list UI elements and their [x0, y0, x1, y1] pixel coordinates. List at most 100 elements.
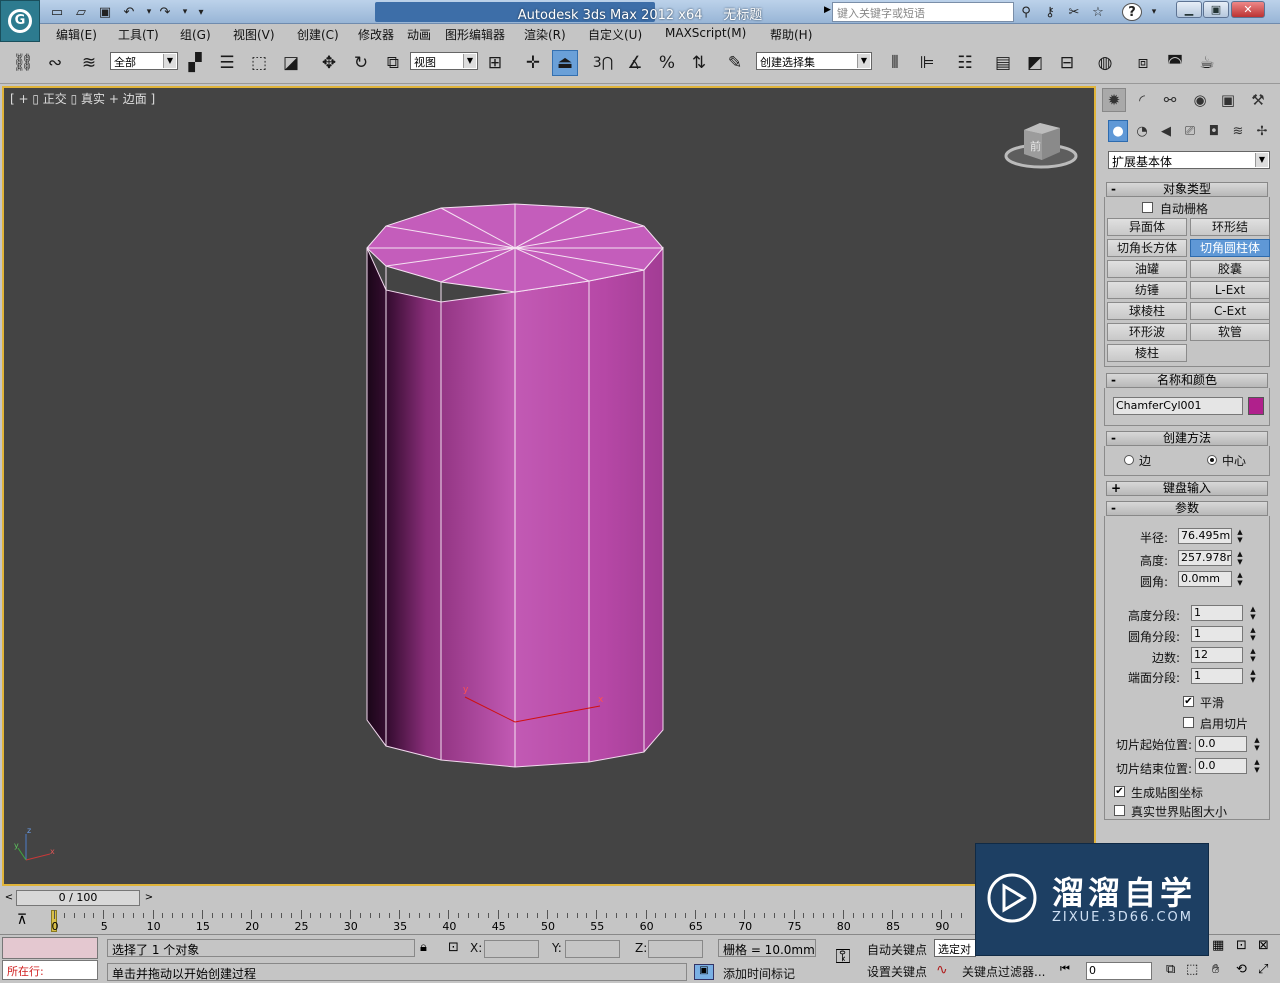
- set-key-button[interactable]: 设置关键点: [867, 963, 927, 980]
- zoom-all-icon[interactable]: ▦: [1212, 938, 1224, 953]
- object-type-button[interactable]: 纺锤: [1107, 281, 1187, 299]
- slider-next-icon[interactable]: >: [142, 890, 156, 906]
- object-type-button[interactable]: 油罐: [1107, 260, 1187, 278]
- communication-icon[interactable]: ⚷: [1040, 3, 1060, 21]
- auto-key-button[interactable]: 自动关键点: [867, 941, 927, 958]
- selection-filter-combo[interactable]: 全部 ▼: [110, 52, 178, 70]
- mirror-icon[interactable]: ⫴: [882, 50, 908, 76]
- close-button[interactable]: ✕: [1231, 1, 1265, 18]
- object-type-button[interactable]: 球棱柱: [1107, 302, 1187, 320]
- select-manipulate-icon[interactable]: ✛: [520, 50, 546, 76]
- quick-access-menu-icon[interactable]: ▾: [192, 3, 210, 21]
- object-type-button[interactable]: 胶囊: [1190, 260, 1270, 278]
- radio-center[interactable]: [1207, 455, 1217, 465]
- select-by-name-icon[interactable]: ☰: [214, 50, 240, 76]
- pivot-center-icon[interactable]: ⊞: [482, 50, 508, 76]
- add-time-tag[interactable]: 添加时间标记: [723, 965, 795, 982]
- helpers-icon[interactable]: ◘: [1204, 120, 1224, 142]
- render-production-icon[interactable]: ☕: [1194, 50, 1220, 76]
- slice-to-field[interactable]: 0.0: [1195, 758, 1247, 774]
- search-expand-icon[interactable]: ▶: [824, 5, 831, 15]
- scale-icon[interactable]: ⧉: [380, 50, 406, 76]
- maximize-button[interactable]: ▣: [1203, 1, 1229, 18]
- radio-edge[interactable]: [1124, 455, 1134, 465]
- sides-spinner-icon[interactable]: ▲ ▼: [1248, 647, 1258, 663]
- rollout-keyboard-entry[interactable]: + 键盘输入: [1106, 481, 1268, 496]
- rollout-creation-method[interactable]: - 创建方法: [1106, 431, 1268, 446]
- menu-graph-editors[interactable]: 图形编辑器: [445, 26, 505, 43]
- rotate-icon[interactable]: ↻: [348, 50, 374, 76]
- radius-spinner-icon[interactable]: ▲ ▼: [1235, 528, 1245, 544]
- fillet-segments-field[interactable]: 1: [1191, 626, 1243, 642]
- slice-from-field[interactable]: 0.0: [1195, 736, 1247, 752]
- geometry-icon[interactable]: ●: [1108, 120, 1128, 142]
- set-key-icon[interactable]: ⚿: [826, 944, 860, 974]
- snaps-toggle-icon[interactable]: 3 ⋂: [590, 50, 616, 76]
- maxscript-listener-mini[interactable]: [2, 937, 98, 959]
- rollout-name-color[interactable]: - 名称和颜色: [1106, 373, 1268, 388]
- app-logo-button[interactable]: G: [0, 0, 40, 42]
- angle-snap-icon[interactable]: ∡: [622, 50, 648, 76]
- view-cube[interactable]: 前: [1004, 118, 1079, 174]
- goto-start-icon[interactable]: ⏮: [1060, 962, 1070, 976]
- hierarchy-tab-icon[interactable]: ⚯: [1158, 88, 1182, 112]
- object-type-button[interactable]: 软管: [1190, 323, 1270, 341]
- slice-from-spinner-icon[interactable]: ▲ ▼: [1252, 736, 1262, 752]
- rect-selection-icon[interactable]: ⬚: [246, 50, 272, 76]
- bind-space-warp-icon[interactable]: ≋: [76, 50, 102, 76]
- key-filters-button[interactable]: 关键点过滤器...: [962, 963, 1045, 980]
- menu-views[interactable]: 视图(V): [233, 26, 275, 43]
- slider-prev-icon[interactable]: <: [2, 890, 16, 906]
- cap-segments-field[interactable]: 1: [1191, 668, 1243, 684]
- cameras-icon[interactable]: ⎚: [1180, 120, 1200, 142]
- menu-create[interactable]: 创建(C): [297, 26, 339, 43]
- menu-edit[interactable]: 编辑(E): [56, 26, 97, 43]
- unlink-icon[interactable]: ∾: [42, 50, 68, 76]
- object-type-button[interactable]: 切角圆柱体: [1190, 239, 1270, 257]
- selected-combo[interactable]: 选定对: [934, 939, 976, 957]
- gen-mapping-checkbox[interactable]: ✔: [1114, 786, 1125, 797]
- sides-field[interactable]: 12: [1191, 647, 1243, 663]
- fillet-spinner-icon[interactable]: ▲ ▼: [1235, 571, 1245, 587]
- lock-icon[interactable]: 🔒︎: [420, 940, 427, 955]
- named-selection-combo[interactable]: 创建选择集 ▼: [756, 52, 872, 70]
- category-combo[interactable]: 扩展基本体 ▼: [1108, 151, 1270, 169]
- menu-maxscript[interactable]: MAXScript(M): [665, 26, 746, 40]
- move-icon[interactable]: ✥: [316, 50, 342, 76]
- current-frame-field[interactable]: 0: [1086, 962, 1152, 980]
- layer-manager-icon[interactable]: ☷: [952, 50, 978, 76]
- running-indicator[interactable]: 所在行:: [2, 960, 98, 980]
- rollout-object-type[interactable]: - 对象类型: [1106, 182, 1268, 197]
- slice-checkbox[interactable]: [1183, 717, 1194, 728]
- autogrid-checkbox[interactable]: [1142, 202, 1153, 213]
- create-tab-icon[interactable]: ✹: [1102, 88, 1126, 112]
- time-slider-thumb[interactable]: 0 / 100: [16, 890, 140, 906]
- percent-snap-icon[interactable]: %: [654, 50, 680, 76]
- height-spinner-icon[interactable]: ▲ ▼: [1235, 550, 1245, 566]
- motion-tab-icon[interactable]: ◉: [1188, 88, 1212, 112]
- real-world-map-checkbox[interactable]: [1114, 805, 1125, 816]
- shapes-icon[interactable]: ◔: [1132, 120, 1152, 142]
- rollout-parameters[interactable]: - 参数: [1106, 501, 1268, 516]
- fillet-field[interactable]: 0.0mm: [1178, 571, 1232, 587]
- curve-editor-icon[interactable]: ◩: [1022, 50, 1048, 76]
- display-tab-icon[interactable]: ▣: [1216, 88, 1240, 112]
- lights-icon[interactable]: ◀: [1156, 120, 1176, 142]
- minimize-button[interactable]: ▁: [1176, 1, 1202, 18]
- space-warps-icon[interactable]: ≋: [1228, 120, 1248, 142]
- new-icon[interactable]: ▭: [48, 3, 66, 21]
- zoom-extents-icon[interactable]: ⊡: [1236, 938, 1247, 953]
- fillet-segments-spinner-icon[interactable]: ▲ ▼: [1248, 626, 1258, 642]
- time-config-icon[interactable]: ⧉: [1166, 962, 1175, 977]
- height-segments-spinner-icon[interactable]: ▲ ▼: [1248, 605, 1258, 621]
- object-name-field[interactable]: ChamferCyl001: [1113, 397, 1243, 415]
- object-type-button[interactable]: C-Ext: [1190, 302, 1270, 320]
- x-field[interactable]: [484, 940, 539, 958]
- menu-tools[interactable]: 工具(T): [118, 26, 159, 43]
- slice-to-spinner-icon[interactable]: ▲ ▼: [1252, 758, 1262, 774]
- menu-group[interactable]: 组(G): [180, 26, 211, 43]
- utilities-tab-icon[interactable]: ⚒: [1246, 88, 1270, 112]
- viewport-label[interactable]: [ + ▯ 正交 ▯ 真实 + 边面 ]: [10, 90, 155, 107]
- edit-named-selections-icon[interactable]: ✎: [722, 50, 748, 76]
- maximize-viewport-icon[interactable]: ⤢: [1258, 962, 1268, 977]
